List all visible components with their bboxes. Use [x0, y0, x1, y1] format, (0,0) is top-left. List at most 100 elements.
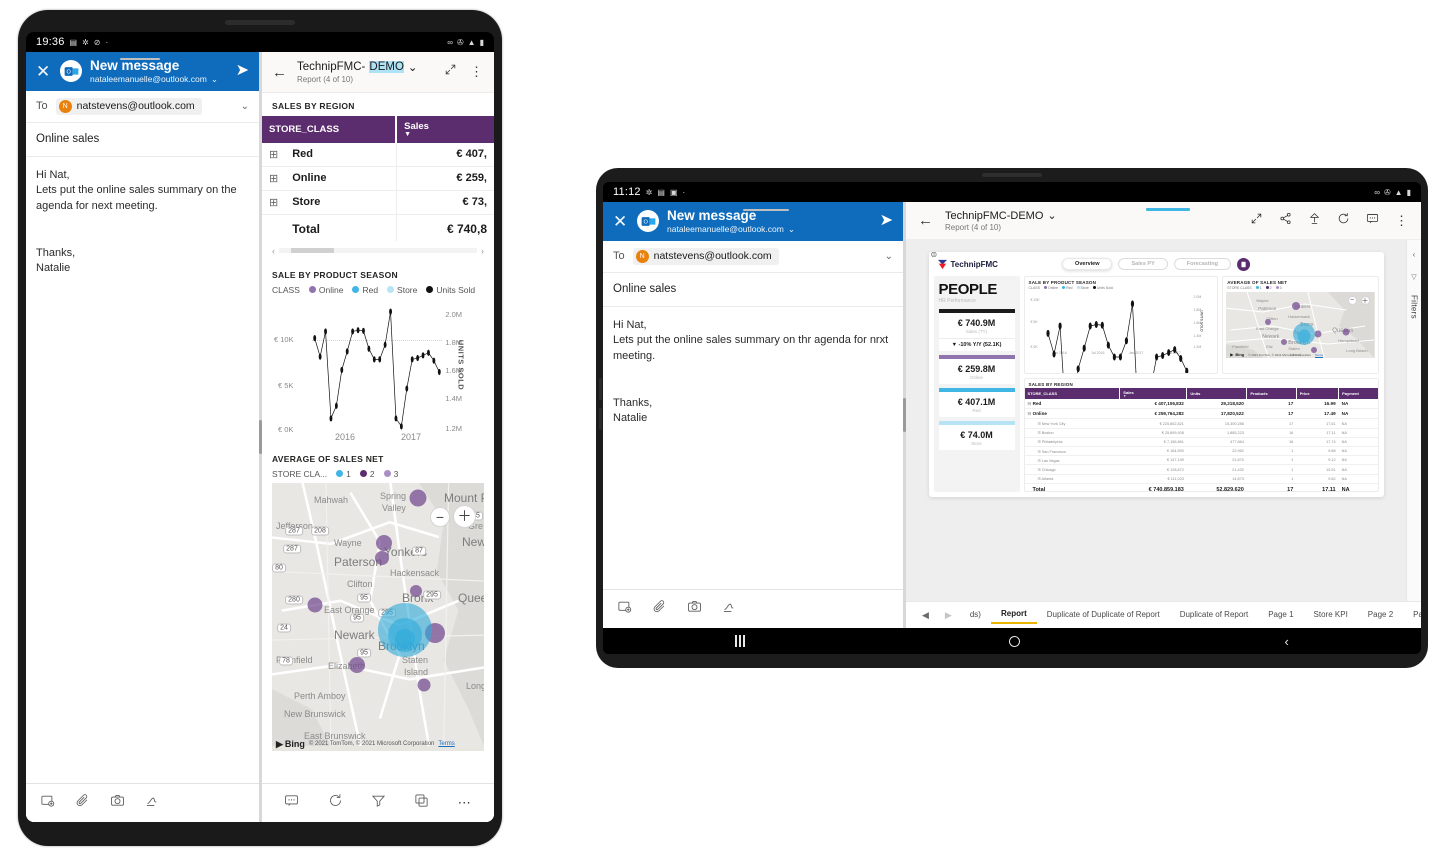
kpi-card-red[interactable]: € 407.1M Red [938, 388, 1015, 417]
expand-icon[interactable]: ⊞ [262, 166, 286, 191]
sale-by-product-season-visual[interactable]: SALE BY PRODUCT SEASON CLASS Online Red … [1023, 276, 1219, 374]
legend-item-red[interactable]: Red [352, 285, 378, 295]
table-row[interactable]: ⊟ Online € 259,764,282 17,820,522 17 17.49 NA [1024, 408, 1378, 420]
map-legend-item-1[interactable]: 1 [1255, 286, 1262, 290]
map-terms-link[interactable]: Terms [1315, 353, 1323, 357]
column-header-sales[interactable]: Sales ▼ [395, 116, 494, 143]
send-button[interactable]: ➤ [228, 63, 249, 79]
expand-icon[interactable]: ⊞ [262, 190, 286, 215]
recipient-chip[interactable]: N natstevens@outlook.com [55, 97, 202, 115]
map-bubble[interactable] [1292, 302, 1301, 310]
collapse-chevron-icon[interactable]: ‹ [1413, 250, 1416, 259]
map-bubble-selected-core[interactable] [395, 628, 415, 649]
tab-next-button[interactable]: ▶ [937, 610, 960, 621]
average-sales-net-map[interactable]: Mahwah Spring Valley Mount P Jefferson W… [272, 482, 484, 751]
table-row[interactable]: ⊟ Red € 407,106,832 29,218,520 17 16.99 NA [1024, 399, 1378, 410]
kpi-card-store[interactable]: € 74.0M Store [938, 421, 1015, 450]
expand-icon[interactable]: ⊞ [1038, 459, 1041, 463]
pill-overview[interactable]: Overview [1062, 258, 1113, 270]
column-header-store-class[interactable]: STORE_CLASS [262, 116, 397, 143]
map-bubble[interactable] [307, 597, 323, 613]
table-row[interactable]: ⊞ Chicago € 128,872 21,432 1 10.51 NA [1024, 464, 1378, 475]
tab-duplicate-of-report[interactable]: Duplicate of Report [1170, 607, 1258, 623]
map-legend-item-3[interactable]: 3 [1275, 286, 1282, 290]
refresh-icon[interactable] [328, 793, 343, 813]
column-header-price[interactable]: Price [1295, 388, 1339, 400]
chevron-down-icon[interactable]: ⌄ [241, 101, 249, 112]
legend-item-store[interactable]: Store [387, 285, 417, 295]
map-bubble-selected-inner[interactable] [1297, 329, 1311, 343]
map-legend-item-2[interactable]: 2 [1265, 286, 1272, 290]
bookmark-icon[interactable] [1236, 257, 1250, 271]
tab-page-2[interactable]: Page 2 [1358, 607, 1403, 623]
expand-icon[interactable] [444, 63, 457, 81]
subject-field[interactable]: Online sales [26, 123, 259, 157]
tab-duplicate-of-duplicate-of-report[interactable]: Duplicate of Duplicate of Report [1037, 607, 1170, 623]
chevron-down-icon[interactable]: ⌄ [211, 74, 218, 85]
map-bubble[interactable] [417, 678, 431, 692]
report-canvas-scroll[interactable]: ⊜ TechnipFMC Overview Sales PY Forecasti… [906, 240, 1406, 601]
expand-icon[interactable]: ⊞ [1038, 431, 1041, 435]
more-icon[interactable]: ⋮ [470, 65, 484, 78]
body-field[interactable]: Hi Nat, Lets put the online sales summar… [603, 307, 903, 589]
add-attachment-icon[interactable] [40, 793, 55, 813]
recipient-row[interactable]: To N natstevens@outlook.com ⌄ [603, 241, 903, 273]
report-title[interactable]: TechnipFMC-DEMO ⌄ [945, 209, 1057, 223]
chevron-down-icon[interactable]: ⌄ [788, 224, 795, 235]
chevron-down-icon[interactable]: ⌄ [408, 60, 418, 74]
filter-icon[interactable] [371, 793, 386, 813]
map-bubble[interactable] [349, 656, 365, 673]
signature-icon[interactable] [145, 793, 160, 813]
column-header-units[interactable]: Units [1186, 388, 1247, 400]
column-header-payment[interactable]: Payment [1338, 388, 1378, 400]
column-header-store-class[interactable]: STORE_CLASS [1024, 388, 1120, 400]
average-sales-net-visual[interactable]: AVERAGE OF SALES NET STORE CLASS 1 2 3 W… [1222, 276, 1379, 374]
report-title[interactable]: TechnipFMC-DEMO ⌄ [297, 60, 434, 74]
map-bubble[interactable] [1314, 330, 1322, 338]
sales-by-region-table[interactable]: STORE_CLASS Sales ▼ ⊞ Red € 407, ⊞ Onlin… [262, 116, 494, 241]
expand-icon[interactable]: ⊞ [1038, 468, 1041, 472]
table-row[interactable]: ⊞ Boston € 25,899,928 1,885,223 16 17.11 NA [1024, 428, 1378, 438]
paperclip-icon[interactable] [652, 599, 667, 619]
table-row[interactable]: ⊞ San Francisco € 164,590 22,952 1 9.88 NA [1024, 446, 1378, 457]
expand-icon[interactable]: ⊞ [1038, 422, 1041, 426]
map-bubble[interactable] [410, 584, 422, 597]
scrollbar-track[interactable] [279, 248, 477, 254]
comment-icon[interactable] [1366, 212, 1379, 230]
comment-icon[interactable] [284, 793, 299, 813]
scroll-right-icon[interactable]: › [481, 246, 484, 256]
report-canvas[interactable]: ⊜ TechnipFMC Overview Sales PY Forecasti… [928, 252, 1384, 497]
back-button[interactable]: ‹ [1284, 634, 1288, 649]
expand-icon[interactable]: ⊞ [1038, 440, 1041, 444]
legend-item-online[interactable]: Online [308, 285, 343, 295]
map-zoom-out-button[interactable]: − [1347, 296, 1357, 305]
legend-item-red[interactable]: Red [1062, 286, 1073, 290]
table-horizontal-scrollbar[interactable]: ‹ › [262, 241, 494, 262]
map-bubble[interactable] [376, 534, 392, 551]
map-viewport[interactable]: Wayne Paterson Yonkers Hackensack Clifto… [1226, 292, 1375, 358]
collapse-icon[interactable]: ⊜ [931, 252, 938, 259]
product-season-chart[interactable]: € 0K € 5K € 10K 1.2M 1.4M 1.6M 1.8M 2.0M… [262, 299, 494, 446]
close-icon[interactable]: ✕ [613, 213, 635, 230]
table-row[interactable]: ⊞ Store € 73, [262, 190, 494, 215]
body-field[interactable]: Hi Nat, Lets put the online sales summar… [26, 157, 259, 783]
tab-report[interactable]: Report [990, 606, 1037, 624]
scrollbar-thumb[interactable] [290, 248, 335, 254]
more-icon[interactable]: ⋮ [1395, 214, 1409, 227]
map-zoom-out-button[interactable]: − [430, 506, 450, 527]
camera-icon[interactable] [687, 599, 702, 619]
volume-button[interactable] [599, 378, 602, 400]
legend-item-units-sold[interactable]: Units Sold [1092, 286, 1113, 290]
send-button[interactable]: ➤ [872, 213, 893, 229]
map-terms-link[interactable]: Terms [438, 741, 454, 747]
kpi-card-sales-ty[interactable]: € 740.9M Sales (TY) ▼ -10% Y/Y (52.1K) [938, 309, 1015, 351]
table-row[interactable]: ⊞ Red € 407, [262, 142, 494, 167]
sales-by-region-visual[interactable]: SALES BY REGION STORE_CLASS Sales ▼ Units [1023, 378, 1379, 492]
expand-icon[interactable]: ⊞ [1038, 477, 1041, 481]
map-bubble[interactable] [1342, 328, 1350, 336]
tab-page-3[interactable]: Page 3 [1403, 607, 1421, 623]
subject-field[interactable]: Online sales [603, 273, 903, 307]
expand-icon[interactable]: ⊟ [1028, 411, 1032, 416]
map-zoom-in-button[interactable]: ＋ [453, 504, 476, 528]
pill-sales-py[interactable]: Sales PY [1118, 258, 1168, 270]
